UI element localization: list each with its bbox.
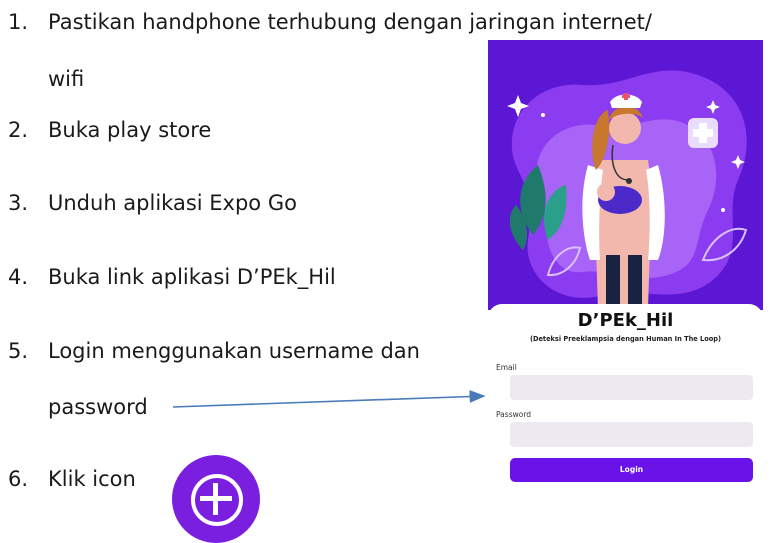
login-button[interactable]: Login [510,458,753,482]
step-number: 6. [8,467,29,491]
plus-icon-horizontal [200,496,232,501]
nurse-illustration [507,70,748,310]
step-number: 2. [8,118,29,142]
step-number: 1. [8,10,29,34]
email-field[interactable] [510,375,753,400]
hero-illustration [488,40,763,310]
step-text: Login menggunakan username dan [48,339,420,363]
step-text: password [48,395,148,419]
step-text: Pastikan handphone terhubung dengan jari… [48,10,652,34]
app-subtitle: (Deteksi Preeklampsia dengan Human In Th… [529,335,722,343]
step-text: Buka link aplikasi D’PEk_Hil [48,265,336,289]
app-screenshot: D’PEk_Hil (Deteksi Preeklampsia dengan H… [488,40,763,492]
app-title: D’PEk_Hil [577,310,674,331]
step-text: Buka play store [48,118,212,142]
email-label: Email [496,363,517,372]
step-text: wifi [48,67,85,91]
step-number: 3. [8,191,29,215]
login-card: D’PEk_Hil (Deteksi Preeklampsia dengan H… [488,304,763,492]
password-field[interactable] [510,422,753,447]
password-label: Password [496,410,532,419]
step-number: 5. [8,339,29,363]
plus-circle-icon [172,455,260,543]
step-text: Klik icon [48,467,136,491]
step-text: Unduh aplikasi Expo Go [48,191,297,215]
step-number: 4. [8,265,29,289]
